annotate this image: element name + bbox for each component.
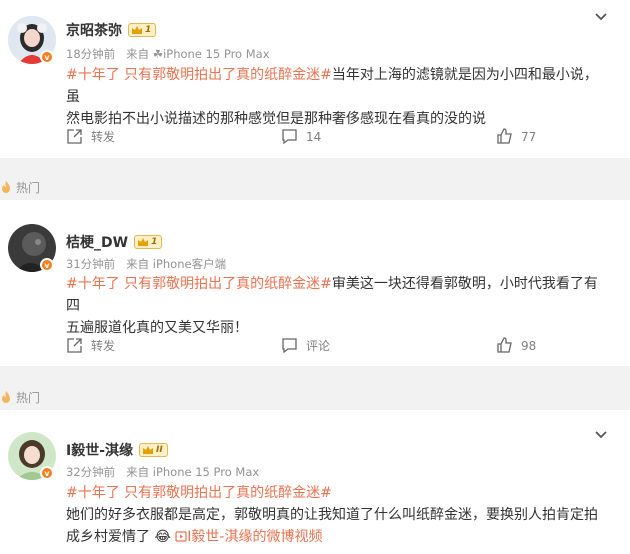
- comment-source: 来自 ☘iPhone 15 Pro Max: [126, 47, 270, 61]
- repost-button[interactable]: 转发: [66, 128, 115, 145]
- video-icon: [175, 531, 187, 542]
- user-level-badge: 1: [128, 23, 157, 37]
- like-count: 98: [521, 338, 537, 353]
- video-link-text: I毅世-淇缘的微博视频: [187, 529, 323, 545]
- repost-button[interactable]: 转发: [66, 337, 115, 354]
- comment-card-3: v I毅世-淇缘 II 32分钟前 来自 iPhone 15 Pro Max #…: [0, 410, 630, 554]
- comment-label: 评论: [306, 339, 331, 353]
- hot-label: 热门: [0, 386, 40, 408]
- comment-button[interactable]: 评论: [281, 337, 330, 354]
- crown-icon: [138, 238, 149, 246]
- verified-badge-icon: v: [40, 50, 54, 64]
- comment-icon: [282, 129, 297, 145]
- comment-card-2: v 桔梗_DW 1 31分钟前 来自 iPhone客户端 #十年了 只有郭敬明拍…: [0, 200, 630, 366]
- topic-link[interactable]: #十年了 只有郭敬明拍出了真的纸醉金迷#: [66, 485, 332, 501]
- laughing-emoji: 😂: [154, 529, 171, 545]
- username[interactable]: 京昭茶弥: [66, 20, 122, 40]
- comment-text: #十年了 只有郭敬明拍出了真的纸醉金迷#审美这一块还得看郭敬明，小时代我看了有四…: [66, 273, 608, 339]
- video-link[interactable]: I毅世-淇缘的微博视频: [175, 529, 322, 545]
- comment-source: 来自 iPhone 15 Pro Max: [126, 465, 260, 479]
- fire-icon: [2, 391, 10, 403]
- verified-badge-icon: v: [40, 466, 54, 480]
- comment-source: 来自 iPhone客户端: [126, 257, 227, 271]
- level-number: II: [156, 445, 163, 455]
- comment-text: #十年了 只有郭敬明拍出了真的纸醉金迷#当年对上海的滤镜就是因为小四和最小说，虽…: [66, 64, 608, 130]
- crown-icon: [143, 446, 154, 454]
- comment-card-1: v 京昭茶弥 1 18分钟前 来自 ☘iPhone 15 Pro Max #十年…: [0, 0, 630, 158]
- username[interactable]: 桔梗_DW: [66, 232, 128, 252]
- user-level-badge: 1: [134, 235, 163, 249]
- thumbs-up-icon: [497, 337, 512, 353]
- verified-badge-icon: v: [40, 258, 54, 272]
- comment-count: 14: [306, 129, 322, 144]
- comment-text-line2: 她们的好多衣服都是高定，郭敬明真的让我知道了什么叫纸醉金迷，要换别人拍肯定拍: [66, 507, 598, 523]
- thumbs-up-icon: [497, 128, 512, 144]
- comment-button[interactable]: 14: [281, 128, 321, 145]
- hot-label: 热门: [0, 176, 40, 198]
- crown-icon: [132, 26, 142, 34]
- chevron-down-icon[interactable]: [594, 12, 608, 22]
- comment-time: 31分钟前: [66, 257, 116, 271]
- level-number: 1: [151, 237, 158, 247]
- chevron-down-icon[interactable]: [594, 430, 608, 440]
- comment-time: 18分钟前: [66, 47, 116, 61]
- repost-label: 转发: [91, 339, 116, 353]
- repost-label: 转发: [91, 130, 116, 144]
- like-button[interactable]: 98: [496, 337, 536, 354]
- comment-text-line2: 五遍服道化真的又美又华丽！: [66, 320, 248, 336]
- like-count: 77: [521, 129, 537, 144]
- comment-text: #十年了 只有郭敬明拍出了真的纸醉金迷# 她们的好多衣服都是高定，郭敬明真的让我…: [66, 482, 608, 548]
- comment-text-line2: 然电影拍不出小说描述的那种感觉但是那种奢侈感现在看真的没的说: [66, 111, 486, 127]
- like-button[interactable]: 77: [496, 128, 536, 145]
- hot-text: 热门: [16, 390, 41, 405]
- level-number: 1: [145, 25, 152, 35]
- topic-link[interactable]: #十年了 只有郭敬明拍出了真的纸醉金迷#: [66, 67, 332, 83]
- comment-text-line3: 成乡村爱情了: [66, 529, 150, 545]
- repost-icon: [67, 129, 82, 144]
- user-level-badge: II: [139, 443, 168, 457]
- username[interactable]: I毅世-淇缘: [66, 440, 133, 460]
- repost-icon: [67, 338, 82, 353]
- comment-time: 32分钟前: [66, 465, 116, 479]
- fire-icon: [2, 181, 10, 193]
- topic-link[interactable]: #十年了 只有郭敬明拍出了真的纸醉金迷#: [66, 276, 332, 292]
- comment-icon: [282, 338, 297, 354]
- hot-text: 热门: [16, 180, 41, 195]
